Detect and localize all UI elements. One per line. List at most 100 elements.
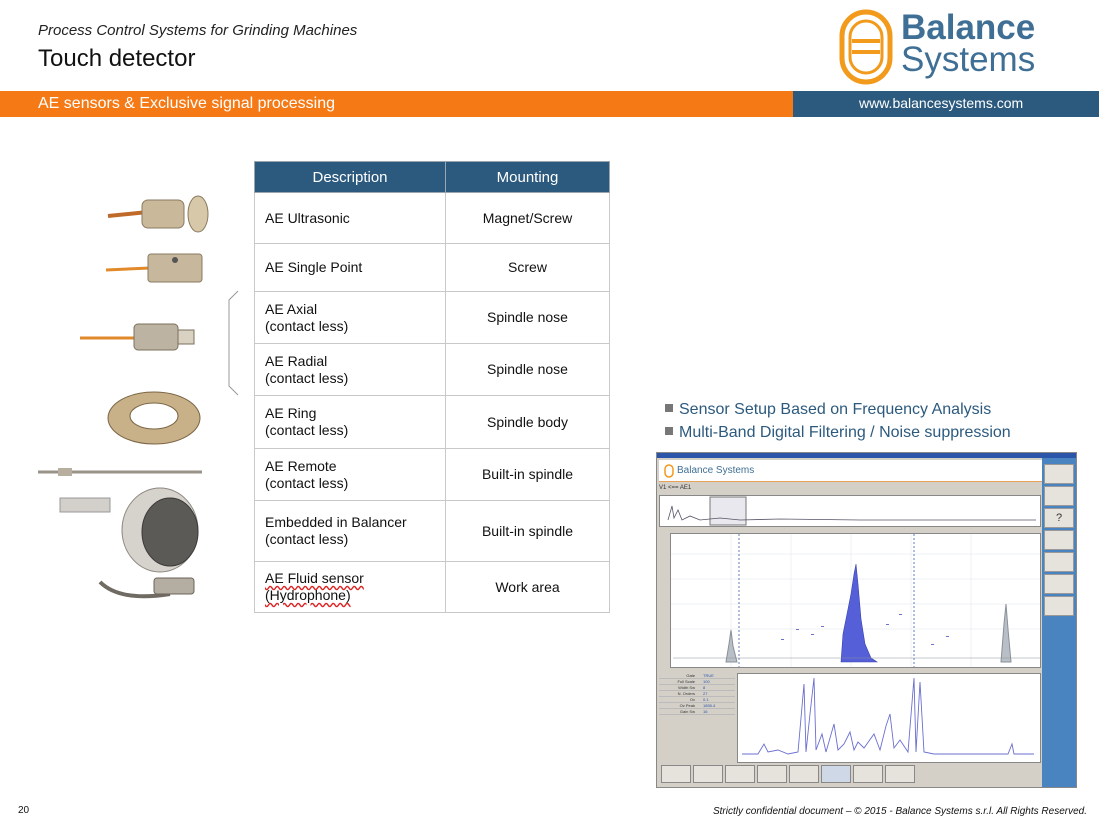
desc-line: AE Ring	[265, 405, 317, 421]
contactless-group-bracket	[228, 290, 239, 396]
param-value[interactable]: 100	[703, 679, 710, 684]
tool-button-3[interactable]	[725, 765, 755, 783]
tool-button-8[interactable]	[885, 765, 915, 783]
filtered-signal-plot	[742, 677, 1034, 755]
feature-bullets: Sensor Setup Based on Frequency Analysis…	[665, 398, 1011, 444]
param-value[interactable]: 16	[703, 709, 707, 714]
desc-line: AE Ultrasonic	[265, 209, 350, 226]
app-logo-icon	[664, 464, 674, 478]
tool-button-6[interactable]	[821, 765, 851, 783]
section-band-text: AE sensors & Exclusive signal processing	[38, 95, 336, 112]
bottom-toolbar	[659, 765, 915, 785]
channel-breadcrumb: V1 <== AE1	[659, 485, 692, 491]
desc-line: AE Axial	[265, 300, 318, 317]
website-band: www.balancesystems.com	[793, 91, 1099, 117]
bullet-item: Multi-Band Digital Filtering / Noise sup…	[665, 421, 1011, 444]
tool-button-4[interactable]	[757, 765, 787, 783]
overview-spectrum-panel[interactable]	[659, 495, 1041, 527]
table-row: AE Single Point Screw	[254, 243, 610, 292]
desc-line: AE Remote	[265, 457, 337, 474]
desc-line: AE Radial	[265, 352, 328, 369]
parameter-table: Gate TRUE Full Scale 100 Width Sw 8 N. Orde…	[659, 673, 735, 721]
desc-line: (contact less)	[265, 317, 349, 334]
software-screenshot: Balance Systems V1 <== AE1 Gate TRUE Ful…	[656, 452, 1077, 788]
desc-cell: AE Ultrasonic	[254, 192, 446, 244]
slide-subtitle: Process Control Systems for Grinding Mac…	[38, 22, 358, 39]
sensor-table: Description Mounting AE Ultrasonic Magne…	[254, 161, 610, 613]
param-key: Width Sw	[678, 685, 695, 690]
mount-cell: Spindle body	[445, 395, 610, 449]
desc-cell: AE Single Point	[254, 243, 446, 292]
desc-cell: AE Axial (contact less)	[254, 291, 446, 344]
tool-button-2[interactable]	[693, 765, 723, 783]
mount-cell: Built-in spindle	[445, 448, 610, 501]
tool-button-5[interactable]	[789, 765, 819, 783]
table-row: AE Remote (contact less) Built-in spindle	[254, 448, 610, 501]
side-button-2[interactable]	[1044, 486, 1074, 506]
param-key: Ov Peak	[679, 703, 695, 708]
desc-line: (contact less)	[265, 531, 349, 547]
mount-cell: Work area	[445, 561, 610, 613]
side-button-panel: ?	[1042, 458, 1076, 787]
param-key: Ov	[689, 697, 695, 702]
bullet-text: Multi-Band Digital Filtering / Noise sup…	[679, 424, 1011, 441]
frequency-spectrum-plot	[671, 534, 1040, 667]
col-header-mounting: Mounting	[445, 161, 610, 193]
bullet-item: Sensor Setup Based on Frequency Analysis	[665, 398, 1011, 421]
param-key: Full Scale	[677, 679, 695, 684]
tool-button-1[interactable]	[661, 765, 691, 783]
side-button-7[interactable]	[1044, 596, 1074, 616]
desc-cell: AE Fluid sensor (Hydrophone)	[254, 561, 446, 613]
mount-cell: Built-in spindle	[445, 500, 610, 562]
desc-cell: AE Radial (contact less)	[254, 343, 446, 396]
mount-cell: Magnet/Screw	[445, 192, 610, 244]
spectrum-panel[interactable]	[670, 533, 1041, 668]
ae-ultrasonic-sensor-image	[141, 199, 185, 229]
app-header: Balance Systems	[659, 460, 1043, 482]
desc-line: AE Fluid sensor	[265, 570, 364, 586]
param-value[interactable]: 8	[703, 685, 705, 690]
filtered-signal-panel[interactable]	[737, 673, 1041, 763]
table-row: Embedded in Balancer (contact less) Built…	[254, 500, 610, 562]
window-titlebar	[657, 453, 1076, 458]
desc-line: Embedded in Balancer	[265, 514, 407, 530]
param-value[interactable]: 0.1	[703, 697, 709, 702]
desc-cell: AE Ring (contact less)	[254, 395, 446, 449]
desc-line: (contact less)	[265, 422, 349, 438]
table-row: AE Axial (contact less) Spindle nose	[254, 291, 610, 344]
desc-line: (contact less)	[265, 474, 349, 491]
overview-spectrum-plot	[667, 496, 1036, 526]
param-value[interactable]: TRUE	[703, 673, 714, 678]
ae-fluid-sensor-image	[153, 577, 195, 595]
side-button-4[interactable]	[1044, 530, 1074, 550]
side-button-6[interactable]	[1044, 574, 1074, 594]
side-button-5[interactable]	[1044, 552, 1074, 572]
table-row: AE Ultrasonic Magnet/Screw	[254, 192, 610, 244]
bullet-text: Sensor Setup Based on Frequency Analysis	[679, 401, 992, 418]
desc-line: AE Single Point	[265, 259, 363, 275]
tool-button-7[interactable]	[853, 765, 883, 783]
square-bullet-icon	[665, 427, 673, 435]
table-row: AE Fluid sensor (Hydrophone) Work area	[254, 561, 610, 613]
param-value[interactable]: 27	[703, 691, 707, 696]
param-row: Gain Sw 16	[659, 709, 735, 715]
balance-systems-logo-icon	[839, 9, 893, 85]
app-title: Balance Systems	[677, 465, 755, 476]
ae-axial-sensor-image	[133, 323, 179, 351]
website-url[interactable]: www.balancesystems.com	[859, 95, 1023, 111]
section-band: AE sensors & Exclusive signal processing	[0, 91, 793, 117]
table-row: AE Ring (contact less) Spindle body	[254, 395, 610, 449]
help-button[interactable]: ?	[1044, 508, 1074, 528]
mount-cell: Spindle nose	[445, 343, 610, 396]
param-key: N. Orders	[677, 691, 695, 696]
param-value[interactable]: 1855.4	[703, 703, 715, 708]
desc-line: (contact less)	[265, 369, 349, 386]
desc-line: (Hydrophone)	[265, 587, 351, 603]
page-number: 20	[18, 805, 30, 816]
mount-cell: Spindle nose	[445, 291, 610, 344]
col-header-description: Description	[254, 161, 446, 193]
side-button-1[interactable]	[1044, 464, 1074, 484]
square-bullet-icon	[665, 404, 673, 412]
desc-cell: Embedded in Balancer (contact less)	[254, 500, 446, 562]
company-logo: Balance Systems	[838, 8, 1048, 86]
